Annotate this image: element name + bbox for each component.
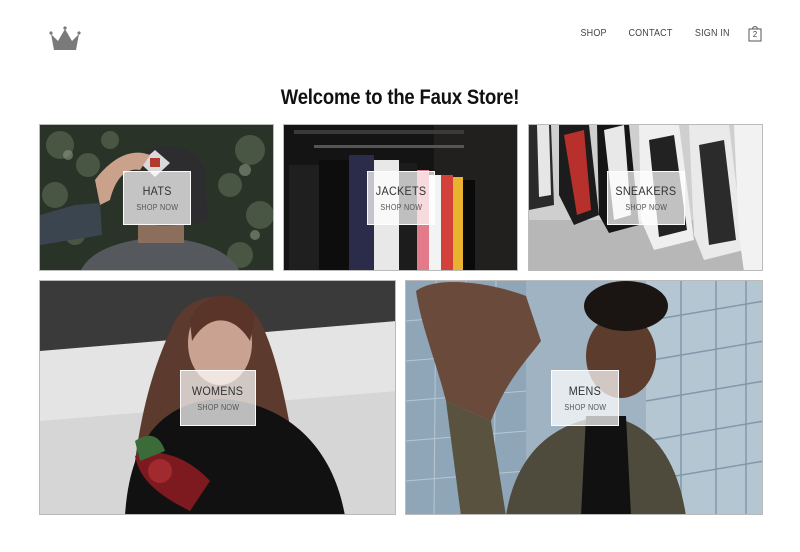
category-tile-mens[interactable]: MENS SHOP NOW: [405, 280, 763, 515]
crown-logo-icon[interactable]: [49, 26, 81, 52]
page-title: Welcome to the Faux Store!: [280, 86, 520, 109]
category-title: SNEAKERS: [615, 184, 677, 198]
category-title: WOMENS: [192, 384, 244, 398]
category-tile-jackets[interactable]: JACKETS SHOP NOW: [283, 124, 518, 271]
main-nav: SHOP CONTACT SIGN IN 2: [561, 25, 762, 42]
shop-now-link[interactable]: SHOP NOW: [136, 203, 178, 212]
category-card-jackets[interactable]: JACKETS SHOP NOW: [367, 171, 435, 225]
category-tile-hats[interactable]: HATS SHOP NOW: [39, 124, 274, 271]
cart-button[interactable]: 2: [748, 25, 762, 42]
shop-now-link[interactable]: SHOP NOW: [380, 203, 422, 212]
shop-now-link[interactable]: SHOP NOW: [564, 403, 606, 412]
nav-shop-link[interactable]: SHOP: [581, 28, 607, 39]
category-card-womens[interactable]: WOMENS SHOP NOW: [180, 370, 256, 426]
nav-sign-in-link[interactable]: SIGN IN: [695, 28, 730, 39]
site-header: SHOP CONTACT SIGN IN 2: [0, 0, 800, 70]
category-title: HATS: [142, 184, 172, 198]
nav-contact-link[interactable]: CONTACT: [629, 28, 673, 39]
cart-count: 2: [752, 30, 758, 39]
category-card-hats[interactable]: HATS SHOP NOW: [123, 171, 191, 225]
shop-now-link[interactable]: SHOP NOW: [625, 203, 667, 212]
shop-now-link[interactable]: SHOP NOW: [197, 403, 239, 412]
category-card-mens[interactable]: MENS SHOP NOW: [551, 370, 619, 426]
category-card-sneakers[interactable]: SNEAKERS SHOP NOW: [607, 171, 685, 225]
category-tile-womens[interactable]: WOMENS SHOP NOW: [39, 280, 396, 515]
category-title: JACKETS: [375, 184, 427, 198]
category-title: MENS: [568, 384, 602, 398]
category-tile-sneakers[interactable]: SNEAKERS SHOP NOW: [528, 124, 763, 271]
